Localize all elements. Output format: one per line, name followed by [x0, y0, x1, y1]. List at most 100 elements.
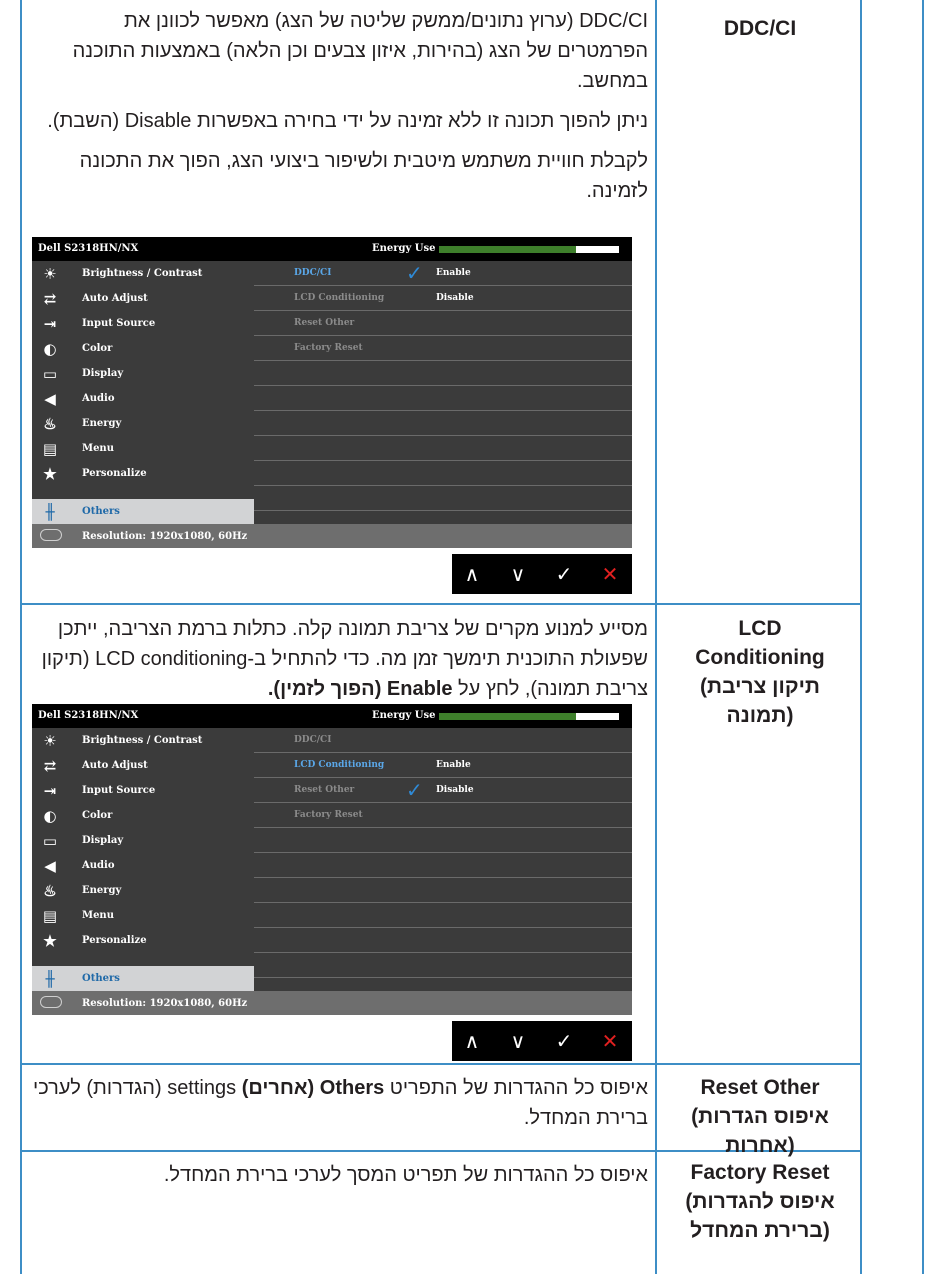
osd-menu-item-brightness[interactable]: ☀ Brightness / Contrast: [32, 261, 254, 286]
osd-screenshot-lcd-conditioning: Dell S2318HN/NX Energy Use ☀ Brightness /…: [32, 704, 632, 1015]
paragraph-factory-reset: איפוס כל ההגדרות של תפריט המסך לערכי ברי…: [163, 1164, 648, 1186]
osd-header: Dell S2318HN/NX Energy Use: [32, 237, 632, 261]
osd-empty-row: [254, 828, 632, 853]
others-emphasis: Others (אחרים): [241, 1077, 385, 1099]
osd-value-disable: Disable: [436, 785, 474, 795]
osd-empty-row: [254, 853, 632, 878]
osd-menu-item-auto-adjust[interactable]: ⇄ Auto Adjust: [32, 286, 254, 311]
speaker-icon: ◀: [44, 390, 56, 408]
up-arrow-button[interactable]: ∧: [458, 1027, 486, 1055]
osd-menu-item-auto-adjust[interactable]: ⇄ Auto Adjust: [32, 753, 254, 778]
energy-flame-icon: ♨: [43, 882, 57, 900]
osd-menu-item-energy[interactable]: ♨ Energy: [32, 878, 254, 903]
enable-emphasis: Enable (הפוך לזמין).: [267, 678, 453, 700]
osd-menu-item-others[interactable]: ╫ Others: [32, 966, 254, 991]
display-monitor-icon: ▭: [42, 365, 58, 383]
row-divider-2: [20, 1063, 862, 1065]
osd-menu-item-menu[interactable]: ▤ Menu: [32, 436, 254, 461]
osd-option-row[interactable]: LCD Conditioning Enable: [254, 753, 632, 778]
up-arrow-button[interactable]: ∧: [458, 560, 486, 588]
document-page: DDC/CI DDC/CI (ערוץ נתונים/ממשק שליטה של…: [0, 0, 945, 1274]
energy-use-bar-remaining: [576, 246, 619, 253]
osd-option-ddcci: DDC/CI: [294, 735, 332, 745]
osd-menu-item-input-source[interactable]: ⇥ Input Source: [32, 311, 254, 336]
osd-options-panel: DDC/CI LCD Conditioning Enable Reset Othe…: [254, 728, 632, 991]
input-source-icon: ⇥: [43, 782, 57, 800]
color-palette-icon: ◐: [43, 807, 57, 825]
check-icon: ✓: [406, 261, 423, 285]
osd-nav-buttons: ∧ ∨ ✓ ✕: [452, 1021, 632, 1061]
osd-menu: ☀ Brightness / Contrast ⇄ Auto Adjust ⇥ Inp…: [32, 728, 254, 991]
osd-menu-item-audio[interactable]: ◀ Audio: [32, 386, 254, 411]
input-source-icon: ⇥: [43, 315, 57, 333]
osd-option-lcd-conditioning: LCD Conditioning: [294, 293, 385, 303]
down-arrow-button[interactable]: ∨: [504, 1027, 532, 1055]
osd-menu-item-brightness[interactable]: ☀ Brightness / Contrast: [32, 728, 254, 753]
paragraph-ddcci-1: DDC/CI (ערוץ נתונים/ממשק שליטה של הצג) מ…: [72, 10, 648, 92]
osd-empty-row: [254, 461, 632, 486]
osd-energy-label: Energy Use: [372, 710, 436, 721]
osd-option-row[interactable]: Factory Reset: [254, 336, 632, 361]
description-ddcci: DDC/CI (ערוץ נתונים/ממשק שליטה של הצג) מ…: [28, 6, 648, 216]
osd-menu-item-menu[interactable]: ▤ Menu: [32, 903, 254, 928]
star-icon: ★: [43, 932, 57, 950]
osd-menu: ☀ Brightness / Contrast ⇄ Auto Adjust ⇥ Inp…: [32, 261, 254, 524]
osd-menu-item-display[interactable]: ▭ Display: [32, 361, 254, 386]
osd-menu-item-input-source[interactable]: ⇥ Input Source: [32, 778, 254, 803]
speaker-icon: ◀: [44, 857, 56, 875]
table-left-border: [20, 0, 22, 1274]
connector-icon: [40, 996, 62, 1008]
osd-menu-item-color[interactable]: ◐ Color: [32, 803, 254, 828]
osd-value-enable: Enable: [436, 760, 471, 770]
osd-option-reset-other: Reset Other: [294, 318, 355, 328]
paragraph-ddcci-2: ניתן להפוך תכונה זו ללא זמינה על ידי בחי…: [47, 110, 648, 132]
osd-footer: Resolution: 1920x1080, 60Hz: [32, 991, 632, 1015]
term-ddcci: DDC/CI: [723, 17, 797, 40]
osd-option-row[interactable]: DDC/CI ✓ Enable: [254, 261, 632, 286]
osd-menu-item-display[interactable]: ▭ Display: [32, 828, 254, 853]
auto-adjust-icon: ⇄: [43, 757, 57, 775]
check-button[interactable]: ✓: [550, 1027, 578, 1055]
osd-option-row[interactable]: Factory Reset: [254, 803, 632, 828]
osd-menu-item-audio[interactable]: ◀ Audio: [32, 853, 254, 878]
osd-menu-item-color[interactable]: ◐ Color: [32, 336, 254, 361]
osd-value-disable: Disable: [436, 293, 474, 303]
energy-use-bar-remaining: [576, 713, 619, 720]
osd-empty-row: [254, 878, 632, 903]
others-sliders-icon: ╫: [45, 970, 55, 988]
osd-menu-item-personalize[interactable]: ★ Personalize: [32, 461, 254, 486]
description-reset-other: איפוס כל ההגדרות של התפריט Others (אחרים…: [28, 1073, 648, 1143]
check-button[interactable]: ✓: [550, 560, 578, 588]
energy-flame-icon: ♨: [43, 415, 57, 433]
osd-energy-label: Energy Use: [372, 243, 436, 254]
osd-option-lcd-conditioning: LCD Conditioning: [294, 760, 385, 770]
osd-empty-row: [254, 928, 632, 953]
check-icon: ✓: [406, 778, 423, 802]
paragraph-ddcci-3: לקבלת חוויית משתמש מיטבית ולשיפור ביצועי…: [79, 150, 648, 202]
auto-adjust-icon: ⇄: [43, 290, 57, 308]
menu-window-icon: ▤: [42, 440, 58, 458]
close-button[interactable]: ✕: [596, 560, 624, 588]
osd-empty-row: [254, 903, 632, 928]
page-margin-border: [922, 0, 924, 1274]
osd-menu-item-others[interactable]: ╫ Others: [32, 499, 254, 524]
osd-header: Dell S2318HN/NX Energy Use: [32, 704, 632, 728]
display-monitor-icon: ▭: [42, 832, 58, 850]
down-arrow-button[interactable]: ∨: [504, 560, 532, 588]
osd-option-factory-reset: Factory Reset: [294, 810, 363, 820]
osd-resolution: Resolution: 1920x1080, 60Hz: [82, 531, 248, 542]
menu-window-icon: ▤: [42, 907, 58, 925]
osd-menu-item-energy[interactable]: ♨ Energy: [32, 411, 254, 436]
osd-option-factory-reset: Factory Reset: [294, 343, 363, 353]
osd-option-row[interactable]: LCD Conditioning Disable: [254, 286, 632, 311]
close-button[interactable]: ✕: [596, 1027, 624, 1055]
osd-empty-row: [254, 436, 632, 461]
osd-screenshot-ddcci: Dell S2318HN/NX Energy Use ☀ Brightness /…: [32, 237, 632, 548]
paragraph-lcd-conditioning: מסייע למנוע מקרים של צריבת תמונה קלה. כת…: [41, 618, 648, 700]
osd-option-row[interactable]: DDC/CI: [254, 728, 632, 753]
osd-option-row[interactable]: Reset Other: [254, 311, 632, 336]
term-lcd-conditioning: LCD Conditioning (תיקון צריבת תמונה): [695, 617, 825, 727]
osd-menu-item-personalize[interactable]: ★ Personalize: [32, 928, 254, 953]
description-lcd-conditioning: מסייע למנוע מקרים של צריבת תמונה קלה. כת…: [28, 614, 648, 714]
osd-option-row[interactable]: Reset Other ✓ Disable: [254, 778, 632, 803]
